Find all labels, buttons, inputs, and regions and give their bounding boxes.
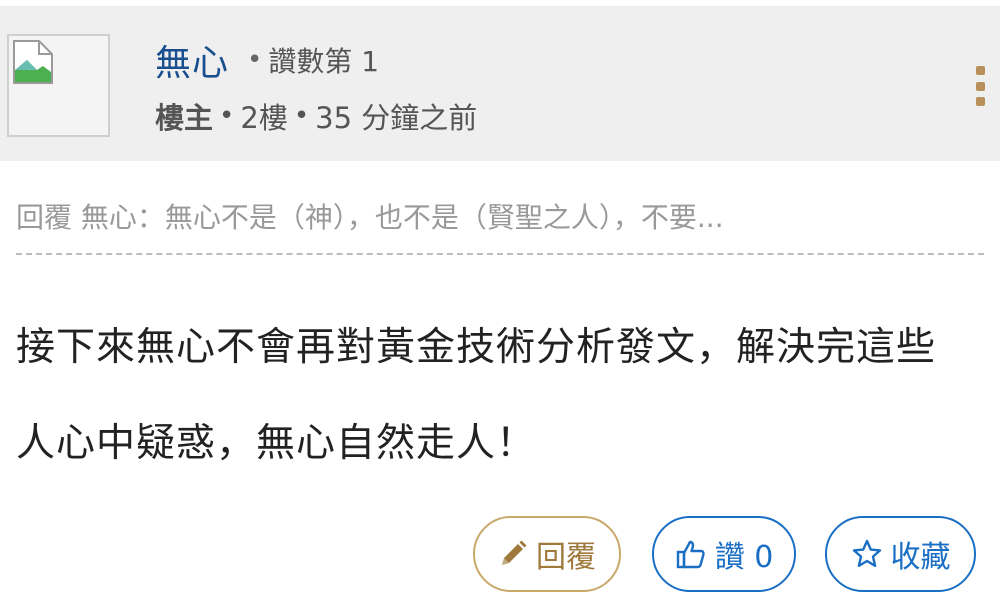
- floor-number: 2樓: [240, 101, 288, 135]
- pencil-icon: [502, 540, 527, 565]
- post-time: 35 分鐘之前: [315, 101, 478, 135]
- post-content-line: 人心中疑惑，無心自然走人！: [16, 421, 537, 466]
- likes-rank: 讚數第 1: [268, 45, 380, 78]
- separator-dot: •: [247, 45, 263, 75]
- quote-divider: [16, 253, 984, 255]
- author-row: 無心 • 讚數第 1: [155, 36, 379, 84]
- reply-button[interactable]: 回覆: [473, 516, 621, 592]
- separator-dot: •: [219, 101, 235, 131]
- like-button[interactable]: 讚 0: [652, 516, 796, 592]
- op-badge: 樓主: [155, 101, 214, 135]
- more-vertical-icon[interactable]: [966, 64, 994, 108]
- avatar[interactable]: [7, 34, 110, 137]
- star-outline-icon: [852, 539, 881, 567]
- reply-label: 回覆: [536, 540, 596, 575]
- separator-dot: •: [293, 101, 310, 131]
- broken-image-icon: [13, 40, 53, 84]
- favorite-button[interactable]: 收藏: [825, 516, 976, 592]
- post-meta: 樓主 • 2樓 • 35 分鐘之前: [155, 94, 477, 138]
- post-content-line: 接下來無心不會再對黃金技術分析發文，解決完這些: [16, 325, 937, 370]
- post-header: 無心 • 讚數第 1 樓主 • 2樓 • 35 分鐘之前: [0, 6, 1000, 161]
- thumbs-up-icon: [676, 540, 705, 569]
- reply-quote[interactable]: 回覆 無心：無心不是（神），也不是（賢聖之人），不要...: [16, 196, 986, 240]
- like-label: 讚 0: [714, 540, 774, 575]
- favorite-label: 收藏: [890, 540, 951, 575]
- post-content: 接下來無心不會再對黃金技術分析發文，解決完這些 人心中疑惑，無心自然走人！: [16, 300, 996, 492]
- author-name[interactable]: 無心: [155, 34, 229, 86]
